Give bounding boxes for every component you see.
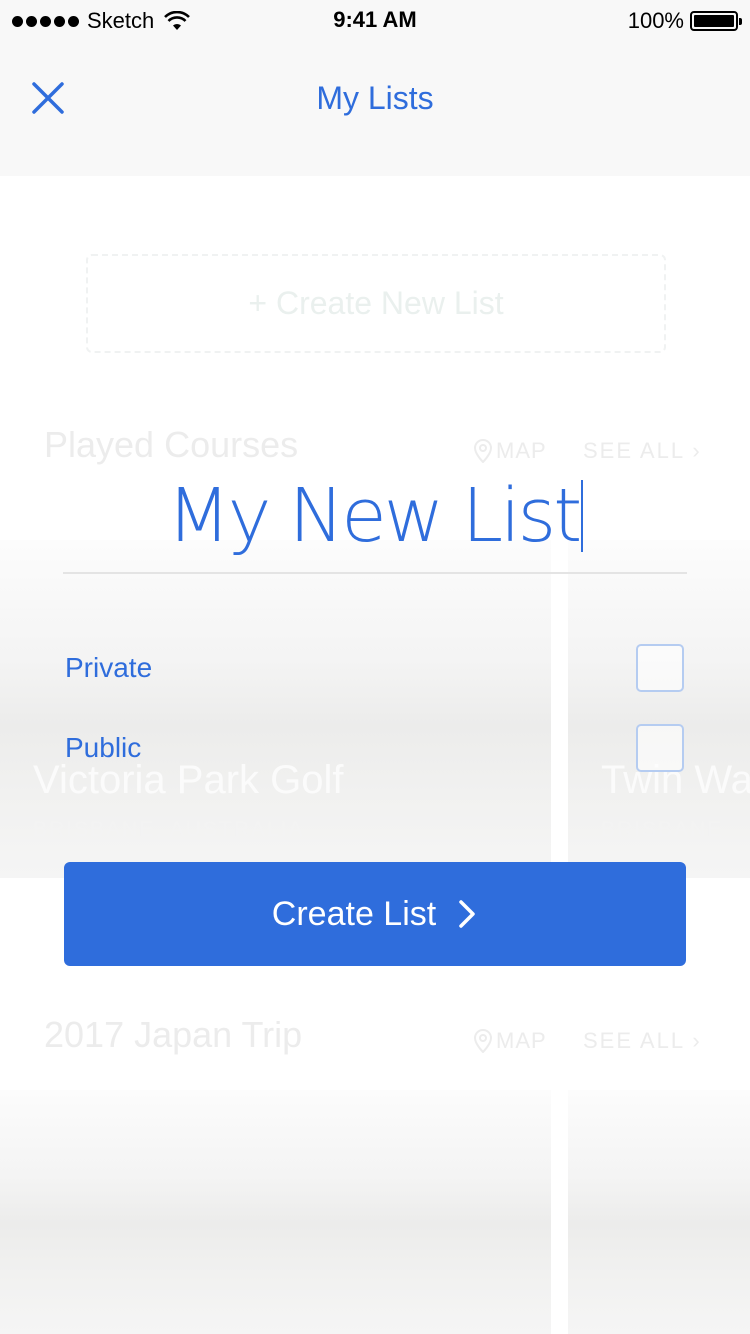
course-name: Victoria Park Golf [33,758,344,802]
map-link: MAP [474,1028,547,1054]
location-pin-icon [474,1029,492,1053]
course-card [568,1090,750,1334]
public-option-label: Public [65,732,142,763]
course-image [568,1090,750,1334]
course-card: Victoria Park Golf BRISBANE, AUSTRALIA [0,540,551,878]
course-card [0,1090,551,1334]
text-caret [581,480,584,552]
private-option-label: Private [65,652,153,683]
course-card: Twin Wa BRISBANE [568,540,750,878]
map-label: MAP [496,1028,547,1053]
list-name-value: My New List [166,473,582,559]
create-list-button[interactable]: Create List [64,862,686,966]
see-all-label: SEE ALL [583,1028,685,1053]
create-list-label: Create List [271,894,437,933]
chevron-right-icon [459,900,475,928]
see-all-link: SEE ALL › [583,1028,702,1054]
page-title: My Lists [316,80,434,116]
private-checkbox[interactable] [636,644,684,692]
public-checkbox[interactable] [636,724,684,772]
section-title-japan-trip: 2017 Japan Trip [44,1014,303,1055]
navigation-bar: My Lists [0,40,750,176]
course-location: BRISBANE, AUSTRALIA [33,818,305,841]
status-right: 100% [627,8,742,34]
create-new-list-placeholder: + Create New List [86,254,666,353]
input-underline [63,572,687,574]
course-image [0,1090,551,1334]
battery-icon [690,11,742,31]
list-name-input[interactable]: My New List [63,460,687,572]
chevron-right-icon: › [692,438,702,463]
battery-percentage: 100% [627,8,684,33]
course-location: BRISBANE [601,818,724,841]
create-new-list-label: + Create New List [248,285,504,321]
chevron-right-icon: › [692,1028,702,1053]
status-bar: Sketch 9:41 AM 100% [0,0,750,40]
